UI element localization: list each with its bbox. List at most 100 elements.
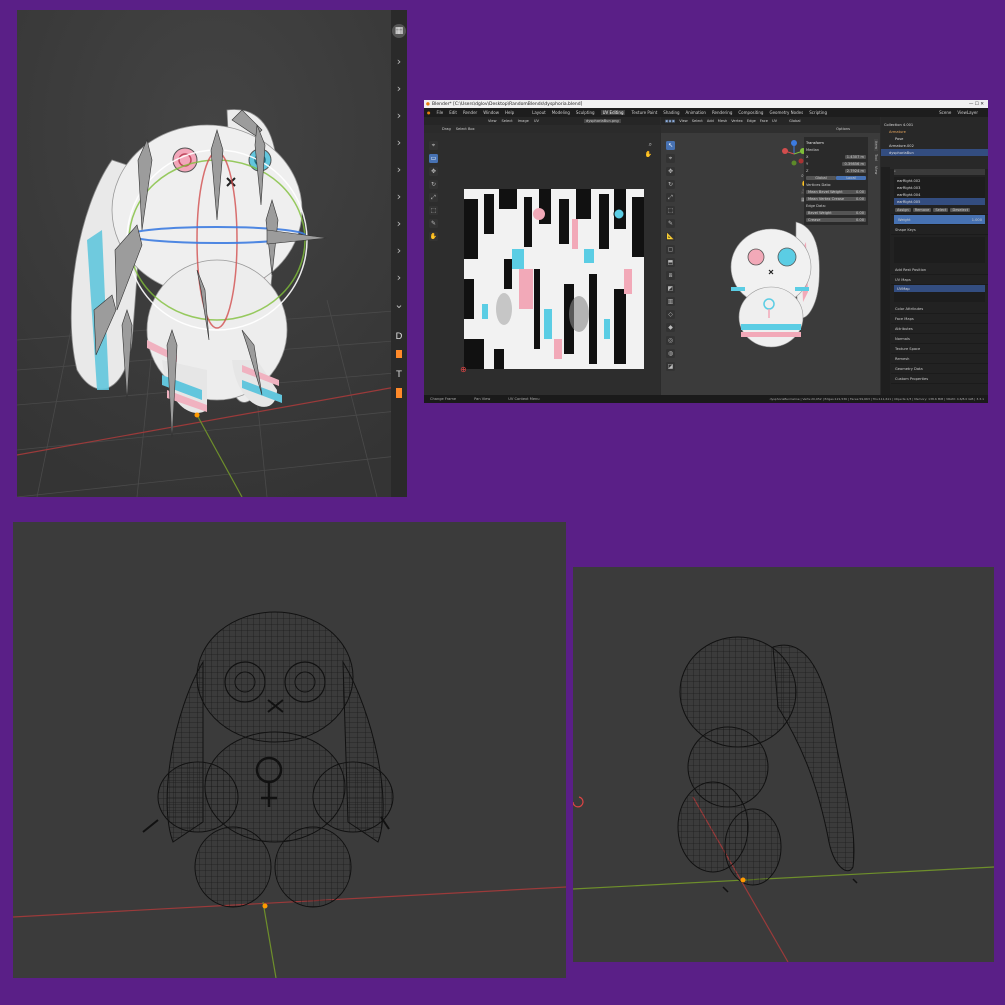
chevron-down-icon[interactable]: ⌄ xyxy=(391,291,407,318)
tab-sculpting[interactable]: Sculpting xyxy=(576,110,595,115)
chevron-right-icon[interactable]: › xyxy=(391,129,407,156)
shear-tool-icon[interactable]: ◪ xyxy=(666,362,675,371)
menu-help[interactable]: Help xyxy=(505,110,514,115)
add-cube-tool-icon[interactable]: ▢ xyxy=(666,245,675,254)
view-layer-selector[interactable]: ViewLayer xyxy=(957,110,978,115)
wireframe-side-viewport[interactable] xyxy=(573,567,994,962)
bevel-weight-field[interactable]: Bevel Weight 0.00 xyxy=(806,210,866,215)
tab-animation[interactable]: Animation xyxy=(686,110,706,115)
uv-image-menu[interactable]: Image xyxy=(518,119,529,123)
mean-bevel-weight-field[interactable]: Mean Bevel Weight 0.00 xyxy=(806,189,866,194)
chevron-right-icon[interactable]: › xyxy=(391,102,407,129)
chevron-right-icon[interactable]: › xyxy=(391,210,407,237)
weight-slider[interactable]: Weight 1.000 xyxy=(894,215,985,225)
zoom-icon[interactable]: ⌕ xyxy=(649,141,652,149)
vertex-menu[interactable]: Vertex xyxy=(731,119,743,123)
section-face-maps[interactable]: Face Maps xyxy=(891,314,988,324)
remove-button[interactable]: Remove xyxy=(912,207,932,212)
uv-menu[interactable]: UV xyxy=(772,119,777,123)
chevron-right-icon[interactable]: › xyxy=(391,183,407,210)
vertex-group-row[interactable]: earRight.002 xyxy=(894,177,985,184)
select-box-dropdown[interactable]: Select Box xyxy=(456,127,475,131)
scene-selector[interactable]: Scene xyxy=(939,110,951,115)
grid-icon[interactable]: ▦ xyxy=(392,24,406,38)
image-name-field[interactable]: dysphoriaBun.png xyxy=(583,119,621,123)
move-tool-icon[interactable]: ✥ xyxy=(429,167,438,176)
outliner-row[interactable]: dysphoriaBun xyxy=(881,149,988,156)
outliner-row[interactable]: Pose xyxy=(881,135,988,142)
spin-tool-icon[interactable]: ◎ xyxy=(666,336,675,345)
tab-modeling[interactable]: Modeling xyxy=(552,110,570,115)
annotate-tool-icon[interactable]: ✎ xyxy=(429,219,438,228)
uv-view-menu[interactable]: View xyxy=(488,119,497,123)
uv-map-row[interactable]: UVMap xyxy=(894,285,985,292)
poly-build-tool-icon[interactable]: ◆ xyxy=(666,323,675,332)
grab-tool-icon[interactable]: ✋ xyxy=(429,232,438,241)
uv-editor[interactable]: View Select Image UV dysphoriaBun.png Dr… xyxy=(424,117,660,395)
z-field[interactable]: 2.7924 m xyxy=(844,168,866,173)
view-menu[interactable]: View xyxy=(679,119,688,123)
window-controls[interactable]: — ☐ ✕ xyxy=(969,102,984,107)
outliner-row[interactable]: Armature.002 xyxy=(881,142,988,149)
scale-tool-icon[interactable]: ⤢ xyxy=(666,193,675,202)
tab-tool[interactable]: Tool xyxy=(874,152,878,163)
menu-file[interactable]: File xyxy=(437,110,444,115)
search-field[interactable]: ⌕ xyxy=(894,169,985,175)
edge-menu[interactable]: Edge xyxy=(747,119,756,123)
pan-icon[interactable]: ✋ xyxy=(645,151,652,158)
menu-render[interactable]: Render xyxy=(463,110,477,115)
viewport-3d[interactable]: ▣▣▣ View Select Add Mesh Vertex Edge Fac… xyxy=(661,117,880,395)
chevron-right-icon[interactable]: › xyxy=(391,237,407,264)
tab-compositing[interactable]: Compositing xyxy=(738,110,763,115)
blender-menu-icon[interactable]: ● xyxy=(427,110,431,115)
section-geometry-data[interactable]: Geometry Data xyxy=(891,364,988,374)
select-menu[interactable]: Select xyxy=(692,119,703,123)
transform-tool-icon[interactable]: ⬚ xyxy=(666,206,675,215)
measure-tool-icon[interactable]: 📐 xyxy=(666,232,675,241)
select-button[interactable]: Select xyxy=(933,207,949,212)
tab-layout[interactable]: Layout xyxy=(532,110,546,115)
tab-rendering[interactable]: Rendering xyxy=(712,110,732,115)
y-field[interactable]: 0.39856 m xyxy=(842,161,866,166)
move-tool-icon[interactable]: ✥ xyxy=(666,167,675,176)
uv-select-menu[interactable]: Select xyxy=(502,119,513,123)
section-normals[interactable]: Normals xyxy=(891,334,988,344)
mesh-menu[interactable]: Mesh xyxy=(718,119,727,123)
tab-uv-editing[interactable]: UV Editing xyxy=(600,110,626,115)
cursor-tool-icon[interactable]: ⌖ xyxy=(429,141,438,150)
tab-item[interactable]: Item xyxy=(874,139,878,151)
crease-field[interactable]: Crease 0.00 xyxy=(806,217,866,222)
select-tool-icon[interactable]: ↖ xyxy=(666,141,675,150)
knife-tool-icon[interactable]: ◇ xyxy=(666,310,675,319)
section-remesh[interactable]: Remesh xyxy=(891,354,988,364)
add-rest-position[interactable]: Add Rest Position xyxy=(891,265,988,275)
uv-uv-menu[interactable]: UV xyxy=(534,119,539,123)
select-box-tool-icon[interactable]: ▭ xyxy=(429,154,438,163)
chevron-right-icon[interactable]: › xyxy=(391,264,407,291)
chevron-right-icon[interactable]: › xyxy=(391,75,407,102)
chevron-right-icon[interactable]: › xyxy=(391,48,407,75)
scale-tool-icon[interactable]: ⤢ xyxy=(429,193,438,202)
vertex-group-row[interactable]: earRight.004 xyxy=(894,191,985,198)
global-toggle[interactable]: Global xyxy=(806,175,836,180)
add-menu[interactable]: Add xyxy=(707,119,714,123)
outliner-row[interactable]: Collection 4.001 xyxy=(881,121,988,128)
extrude-tool-icon[interactable]: ⬒ xyxy=(666,258,675,267)
section-custom-properties[interactable]: Custom Properties xyxy=(891,374,988,384)
assign-button[interactable]: Assign xyxy=(895,207,911,212)
tab-scripting[interactable]: Scripting xyxy=(809,110,827,115)
section-texture-space[interactable]: Texture Space xyxy=(891,344,988,354)
bevel-tool-icon[interactable]: ◩ xyxy=(666,284,675,293)
x-field[interactable]: 1.4307 m xyxy=(844,154,866,159)
uv-maps-section[interactable]: UV Maps xyxy=(891,275,988,285)
mean-vertex-crease-field[interactable]: Mean Vertex Crease 0.00 xyxy=(806,196,866,201)
tab-geometry-nodes[interactable]: Geometry Nodes xyxy=(769,110,803,115)
menu-window[interactable]: Window xyxy=(483,110,499,115)
vertex-group-row[interactable]: earRight.003 xyxy=(894,184,985,191)
vertex-group-row[interactable]: earRight.005 xyxy=(894,198,985,205)
section-color-attributes[interactable]: Color Attributes xyxy=(891,304,988,314)
tab-view[interactable]: View xyxy=(874,164,878,176)
rotate-tool-icon[interactable]: ↻ xyxy=(666,180,675,189)
wireframe-front-viewport[interactable] xyxy=(13,522,566,978)
orientation-dropdown[interactable]: Global xyxy=(789,119,800,123)
